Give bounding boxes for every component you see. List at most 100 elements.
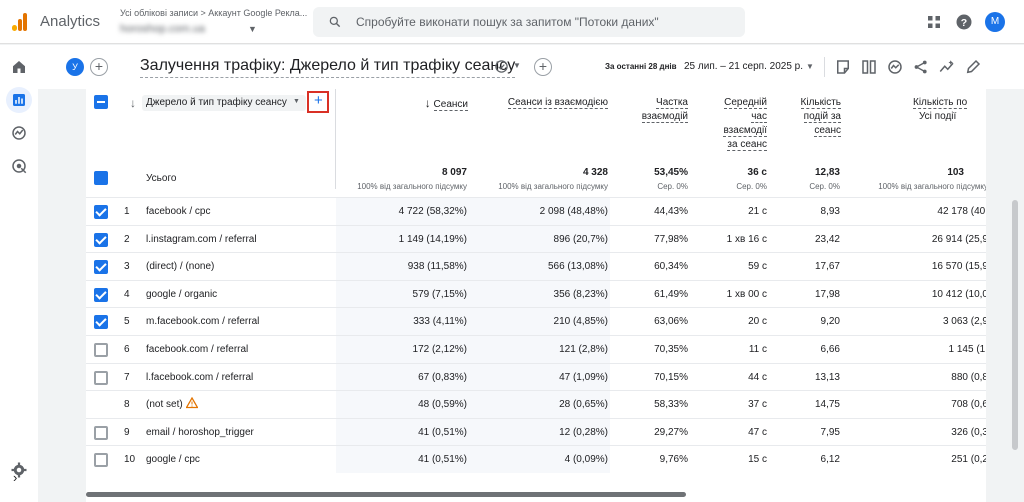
column-header-avg-engagement-time[interactable]: Середній час взаємодії за сеанс: [711, 96, 767, 152]
total-sessions: 8 097: [441, 167, 467, 178]
add-dimension-button[interactable]: +: [307, 91, 329, 113]
account-caret-icon[interactable]: ▼: [248, 24, 257, 34]
cell-avg-engagement-time: 15 с: [748, 454, 767, 466]
table-row[interactable]: 4 google / organic 579 (7,15%) 356 (8,23%) 6…: [86, 279, 986, 308]
cell-engagement-rate: 61,49%: [654, 288, 688, 300]
trend-insights-icon[interactable]: [938, 58, 956, 76]
customize-report-icon[interactable]: [834, 58, 852, 76]
help-icon[interactable]: ?: [955, 13, 973, 31]
cell-event-count: 1 145 (1,: [948, 344, 986, 355]
add-comparison-button[interactable]: +: [90, 58, 108, 76]
row-checkbox[interactable]: [94, 287, 108, 302]
column-header-engagement-rate[interactable]: Частка взаємодій: [632, 96, 688, 124]
warning-icon[interactable]: [186, 397, 198, 409]
sort-arrow-icon[interactable]: ↓: [130, 96, 136, 110]
row-checkbox[interactable]: [94, 453, 108, 468]
collapse-nav-chevron-icon[interactable]: ›: [13, 470, 17, 485]
cell-engagement-rate: 70,35%: [654, 344, 688, 355]
table-row[interactable]: 2 l.instagram.com / referral 1 149 (14,19%…: [86, 224, 986, 253]
check-circle-icon[interactable]: [494, 59, 509, 74]
horizontal-scrollbar[interactable]: [86, 492, 686, 497]
cell-engaged-sessions: 28 (0,65%): [559, 399, 608, 411]
date-range[interactable]: 25 лип. – 21 серп. 2025 р.: [684, 61, 803, 72]
row-checkbox[interactable]: [94, 343, 108, 357]
cell-avg-engagement-time: 1 хв 16 с: [726, 233, 767, 245]
account-selector[interactable]: horoshop.com.ua: [120, 23, 205, 35]
add-report-button[interactable]: +: [534, 58, 552, 76]
cell-sessions: 67 (0,83%): [418, 371, 467, 383]
row-checkbox[interactable]: [94, 315, 108, 330]
table-row[interactable]: 9 email / horoshop_trigger 41 (0,51%) 12 (0…: [86, 417, 986, 446]
breadcrumb[interactable]: Усі облікові записи > Аккаунт Google Рек…: [120, 8, 307, 18]
cell-events-per-session: 8,93: [820, 206, 840, 217]
page-title[interactable]: Залучення трафіку: Джерело й тип трафіку…: [140, 57, 516, 78]
share-icon[interactable]: [912, 58, 930, 76]
row-checkbox[interactable]: [94, 260, 108, 275]
search-input[interactable]: Спробуйте виконати пошук за запитом "Пот…: [313, 7, 745, 37]
row-dimension-value[interactable]: (direct) / (none): [146, 261, 214, 272]
table-row[interactable]: 1 facebook / cpc 4 722 (58,32%) 2 098 (48,4…: [86, 197, 986, 225]
app-name[interactable]: Analytics: [40, 13, 100, 30]
row-dimension-value[interactable]: m.facebook.com / referral: [146, 316, 259, 327]
cell-avg-engagement-time: 59 с: [748, 261, 767, 273]
row-number: 10: [124, 454, 136, 466]
table-row[interactable]: 7 l.facebook.com / referral 67 (0,83%) 47 (…: [86, 362, 986, 391]
dimension-selector[interactable]: Джерело й тип трафіку сеансу: [142, 95, 306, 111]
row-dimension-value[interactable]: facebook.com / referral: [146, 344, 248, 355]
cell-engaged-sessions: 896 (20,7%): [553, 233, 608, 245]
date-caret-icon[interactable]: ▼: [806, 62, 814, 71]
insights-icon[interactable]: [886, 58, 904, 76]
home-icon[interactable]: [10, 58, 28, 76]
column-divider: [335, 89, 336, 189]
table-row[interactable]: 8 (not set) 48 (0,59%) 28 (0,65%) 58,33% 37 с…: [86, 390, 986, 419]
reports-icon[interactable]: [10, 91, 28, 109]
cell-event-count: 42 178 (40,: [937, 206, 986, 217]
row-dimension-value[interactable]: l.facebook.com / referral: [146, 372, 253, 383]
comparison-chip[interactable]: У: [66, 58, 84, 76]
dimension-caret-icon[interactable]: ▼: [293, 98, 300, 105]
search-placeholder: Спробуйте виконати пошук за запитом "Пот…: [356, 15, 659, 29]
analytics-logo-icon[interactable]: [12, 13, 28, 31]
cell-events-per-session: 7,95: [820, 426, 840, 438]
table-row[interactable]: 5 m.facebook.com / referral 333 (4,11%) 210…: [86, 307, 986, 336]
column-header-events-per-session[interactable]: Кількість подій за сеанс: [786, 96, 841, 138]
column-header-event-count[interactable]: Кількість по Усі події: [856, 96, 986, 124]
row-number: 5: [124, 316, 130, 328]
compare-columns-icon[interactable]: [860, 58, 878, 76]
row-dimension-value[interactable]: google / cpc: [146, 454, 200, 465]
edit-pencil-icon[interactable]: [964, 58, 982, 76]
row-checkbox[interactable]: [94, 232, 108, 247]
cell-event-count: 16 570 (15,9: [931, 261, 986, 273]
advertising-icon[interactable]: [10, 157, 28, 175]
cell-event-count: 251 (0,2: [951, 454, 986, 466]
row-number: 7: [124, 371, 130, 383]
row-checkbox[interactable]: [94, 205, 108, 219]
row-checkbox[interactable]: [94, 425, 108, 440]
row-number: 1: [124, 206, 130, 217]
column-header-engaged-sessions[interactable]: Сеанси із взаємодією: [484, 96, 608, 110]
table-row[interactable]: 10 google / cpc 41 (0,51%) 4 (0,09%) 9,76% 15…: [86, 445, 986, 474]
row-dimension-value[interactable]: google / organic: [146, 289, 217, 300]
row-dimension-value[interactable]: email / horoshop_trigger: [146, 427, 254, 438]
totals-checkbox[interactable]: [94, 171, 108, 185]
table-row[interactable]: 6 facebook.com / referral 172 (2,12%) 121 (…: [86, 335, 986, 363]
row-dimension-value[interactable]: l.instagram.com / referral: [146, 234, 257, 245]
row-checkbox[interactable]: [94, 370, 108, 385]
cell-engaged-sessions: 566 (13,08%): [547, 261, 608, 273]
select-all-checkbox[interactable]: [94, 95, 108, 109]
vertical-scrollbar[interactable]: [1012, 200, 1018, 450]
title-caret-icon[interactable]: ▼: [513, 61, 521, 70]
avatar[interactable]: M: [985, 12, 1005, 32]
row-dimension-value[interactable]: (not set): [146, 399, 183, 410]
row-dimension-value[interactable]: facebook / cpc: [146, 206, 210, 217]
apps-grid-icon[interactable]: [925, 13, 943, 31]
explore-icon[interactable]: [10, 124, 28, 142]
row-number: 6: [124, 344, 130, 355]
cell-sessions: 41 (0,51%): [418, 426, 467, 438]
date-range-label[interactable]: За останні 28 днів: [605, 62, 677, 71]
table-row[interactable]: 3 (direct) / (none) 938 (11,58%) 566 (13,08…: [86, 252, 986, 281]
cell-engaged-sessions: 12 (0,28%): [559, 426, 608, 438]
column-header-sessions[interactable]: ↓ Сеанси: [396, 96, 468, 112]
cell-event-count: 3 063 (2,9: [942, 316, 986, 328]
total-engagement-rate: 53,45%: [654, 167, 688, 178]
